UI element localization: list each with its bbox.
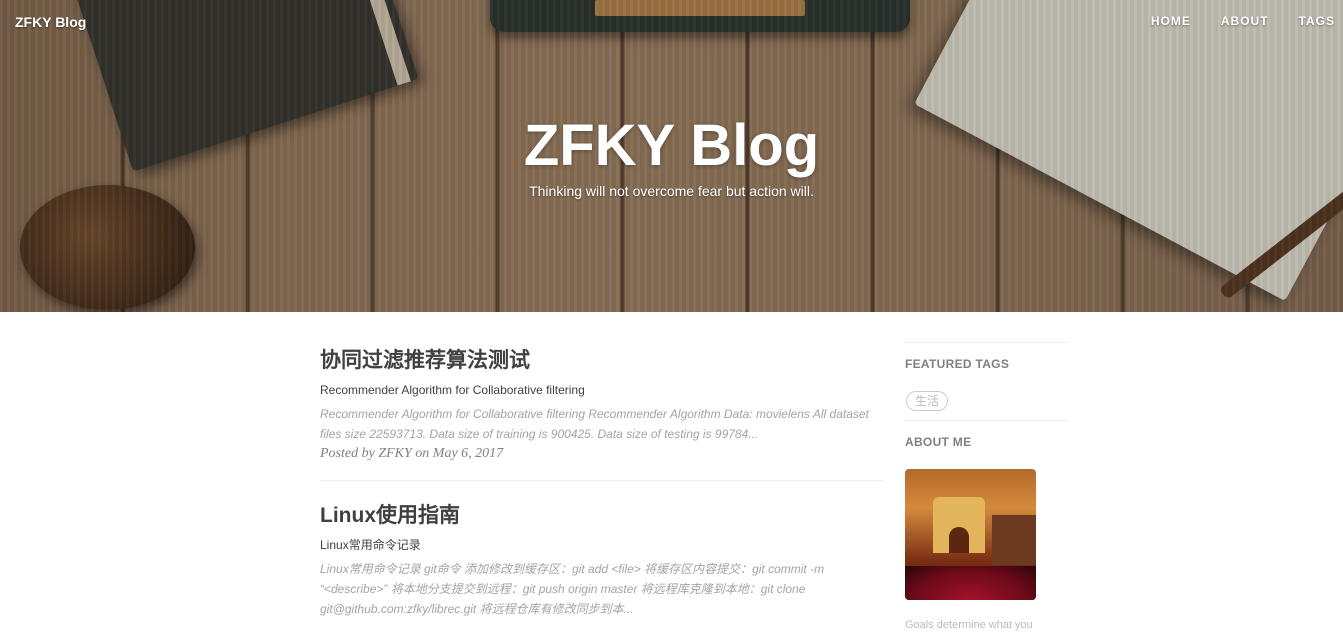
sidebar: FEATURED TAGS 生活 ABOUT ME Goals determin… xyxy=(905,342,1069,632)
building-shape xyxy=(992,515,1036,565)
post-subtitle[interactable]: Linux常用命令记录 xyxy=(320,537,883,553)
post-title-link[interactable]: 协同过滤推荐算法测试 xyxy=(320,348,883,374)
post-subtitle[interactable]: Recommender Algorithm for Collaborative … xyxy=(320,382,883,398)
post-list: 协同过滤推荐算法测试 Recommender Algorithm for Col… xyxy=(320,312,883,619)
site-title: ZFKY Blog xyxy=(523,113,820,178)
post-preview: Linux使用指南 Linux常用命令记录 Linux常用命令记录 git命令 … xyxy=(320,481,883,619)
featured-tags-heading: FEATURED TAGS xyxy=(905,357,1010,371)
post-excerpt[interactable]: Linux常用命令记录 git命令 添加修改到缓存区：git add <file… xyxy=(320,559,883,619)
gate-arch-shape xyxy=(933,497,985,553)
post-meta: Posted by ZFKY on May 6, 2017 xyxy=(320,446,504,461)
post-title-link[interactable]: Linux使用指南 xyxy=(320,503,883,529)
site-subtitle: Thinking will not overcome fear but acti… xyxy=(529,183,814,199)
sidebar-divider xyxy=(905,420,1069,421)
post-excerpt[interactable]: Recommender Algorithm for Collaborative … xyxy=(320,404,883,444)
avatar-image xyxy=(905,469,1036,600)
hero-header: ZFKY Blog HOME ABOUT TAGS ZFKY Blog Thin… xyxy=(0,0,1343,312)
about-text: Goals determine what you xyxy=(905,619,1033,631)
brand-link[interactable]: ZFKY Blog xyxy=(15,14,86,30)
nav-home-link[interactable]: HOME xyxy=(1136,14,1206,28)
flowers-shape xyxy=(905,566,1036,600)
main-nav: HOME ABOUT TAGS xyxy=(1136,14,1335,28)
nav-about-link[interactable]: ABOUT xyxy=(1206,14,1284,28)
nav-tags-link[interactable]: TAGS xyxy=(1284,14,1335,28)
post-preview: 协同过滤推荐算法测试 Recommender Algorithm for Col… xyxy=(320,312,883,481)
about-me-heading: ABOUT ME xyxy=(905,435,972,449)
sidebar-divider xyxy=(905,342,1069,343)
tag-link[interactable]: 生活 xyxy=(906,391,949,411)
